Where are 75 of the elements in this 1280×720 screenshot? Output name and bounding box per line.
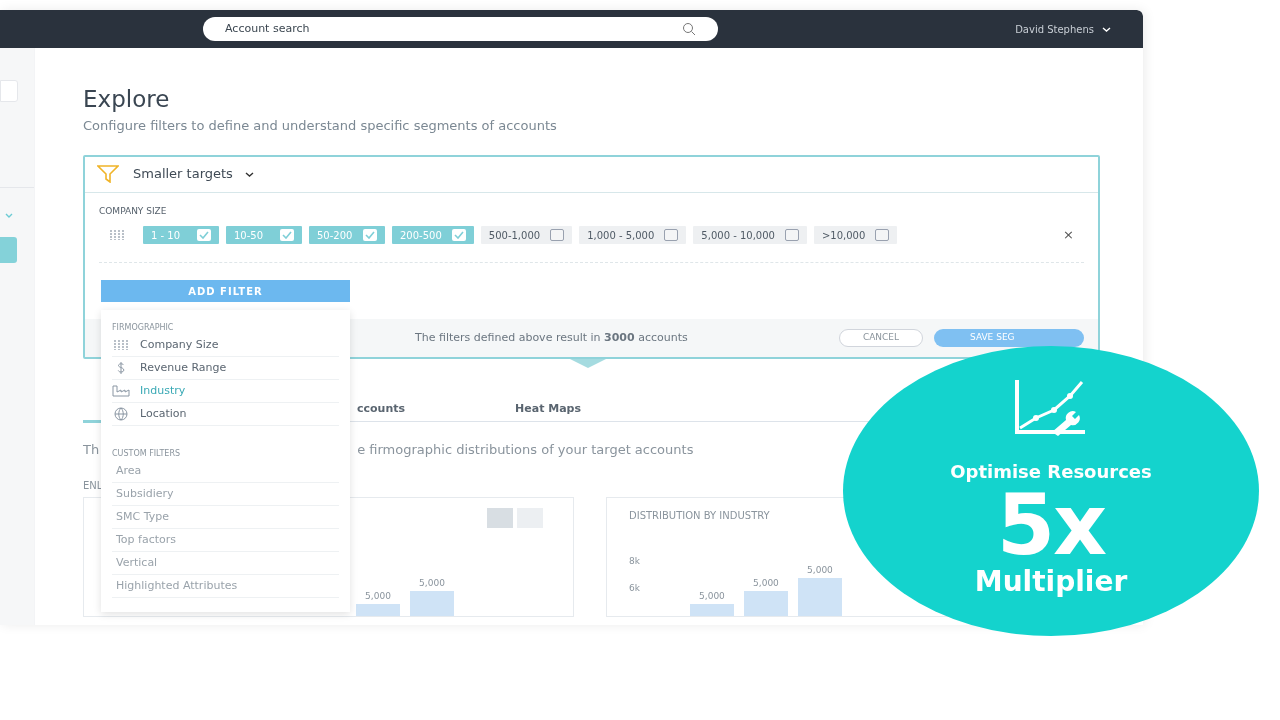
menu-item[interactable]: SMC Type (112, 506, 339, 529)
menu-item[interactable]: Area (112, 460, 339, 483)
description-text: e firmographic distributions of your target accounts (357, 441, 694, 459)
segment-dropdown[interactable]: Smaller targets (133, 164, 254, 184)
checkbox[interactable] (550, 229, 565, 241)
dollar-icon (117, 362, 125, 374)
bar-value: 5,000 (419, 577, 445, 590)
tab[interactable]: Heat Maps (515, 400, 582, 418)
axis-label: 8k (629, 554, 640, 568)
checkbox[interactable] (363, 229, 377, 241)
bar-value: 5,000 (753, 577, 779, 590)
menu-item[interactable]: Revenue Range (112, 357, 339, 380)
checkbox[interactable] (784, 229, 799, 241)
page-subtitle: Configure filters to define and understand specific segments of accounts (83, 117, 557, 135)
checkbox[interactable] (197, 229, 211, 241)
menu-heading: FIRMOGRAPHIC (112, 322, 174, 334)
chevron-down-icon (1102, 26, 1111, 32)
tab-indicator (83, 420, 103, 423)
menu-item[interactable]: Highlighted Attributes (112, 575, 339, 598)
description-text: Th (83, 441, 100, 459)
promo-headline: Optimise Resources (950, 460, 1152, 484)
save-button[interactable]: SAVE SEG (934, 329, 1084, 347)
menu-item[interactable]: Location (112, 403, 339, 426)
chart-bar (797, 577, 842, 616)
checkbox[interactable] (664, 229, 679, 241)
promo-caption: Multiplier (974, 565, 1128, 599)
checkbox[interactable] (280, 229, 294, 241)
size-chip[interactable]: >10,000 (813, 226, 898, 244)
size-chip[interactable]: 5,000 - 10,000 (693, 226, 807, 244)
menu-item[interactable]: Company Size (112, 334, 339, 357)
size-chip[interactable]: 200-500 (392, 226, 474, 244)
menu-heading: CUSTOM FILTERS (112, 448, 181, 460)
checkbox[interactable] (875, 229, 890, 241)
result-text: The filters defined above result in 3000 accounts (415, 329, 688, 346)
promo-figure: 5x (996, 485, 1106, 565)
size-chip[interactable]: 50-200 (309, 226, 385, 244)
tab[interactable]: ccounts (357, 400, 406, 418)
chevron-down-icon (244, 171, 254, 177)
chart-bar (743, 590, 788, 616)
size-chip[interactable]: 10-50 (226, 226, 302, 244)
cancel-button[interactable]: CANCEL (839, 329, 923, 347)
chart-bar (356, 603, 400, 616)
remove-button[interactable]: × (1063, 225, 1074, 245)
menu-item[interactable]: Vertical (112, 552, 339, 575)
menu-item[interactable]: Top factors (112, 529, 339, 552)
page-title: Explore (83, 85, 170, 114)
menu-item[interactable]: Subsidiery (112, 483, 339, 506)
bar-value: 5,000 (365, 590, 391, 603)
menu-item[interactable]: Industry (112, 380, 339, 403)
bar-chart-toggle-icon[interactable] (487, 507, 513, 528)
section-label: ENL (83, 478, 103, 493)
chart-bar (410, 590, 454, 616)
factory-icon (112, 385, 130, 397)
size-chip[interactable]: 500-1,000 (480, 226, 573, 244)
section-label: COMPANY SIZE (99, 204, 167, 218)
chart-bar (689, 603, 734, 616)
globe-icon (114, 407, 128, 421)
axis-label: 6k (629, 582, 640, 595)
sidebar-field[interactable] (0, 80, 18, 102)
size-chip[interactable]: 1 - 10 (143, 226, 219, 244)
chevron-down-icon (5, 213, 13, 218)
chart-title: DISTRIBUTION BY INDUSTRY (629, 508, 770, 523)
search-bar[interactable]: Account search (203, 17, 718, 41)
bar-value: 5,000 (807, 564, 833, 577)
user-menu[interactable]: David Stephens (1015, 21, 1111, 37)
pointer-arrow-icon (570, 359, 606, 368)
search-icon (682, 22, 696, 36)
sidebar-item[interactable] (0, 237, 17, 263)
size-chip[interactable]: 1,000 - 5,000 (579, 226, 687, 244)
checkbox[interactable] (451, 229, 466, 241)
funnel-icon (97, 165, 119, 183)
bar-value: 5,000 (699, 590, 725, 603)
chart-wrench-icon (1014, 378, 1088, 436)
add-filter-button[interactable]: ADD FILTER (101, 280, 350, 302)
search-field[interactable]: Account search (225, 20, 625, 38)
